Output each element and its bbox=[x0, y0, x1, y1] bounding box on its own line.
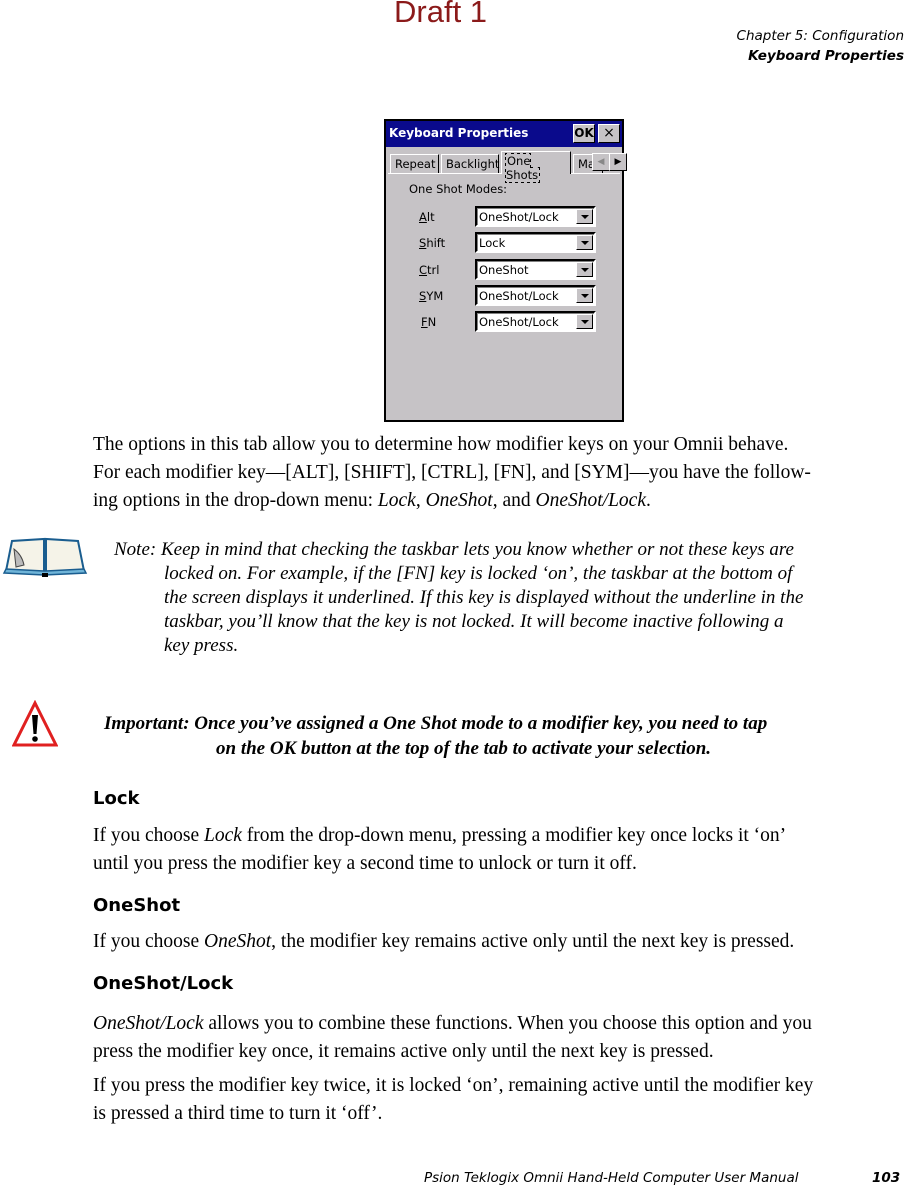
intro-line: For each modifier key—[ALT], [SHIFT], [C… bbox=[93, 462, 811, 483]
oneshot-line: If you choose OneShot, the modifier key … bbox=[93, 931, 795, 952]
sym-label: SYM bbox=[419, 289, 444, 303]
warning-icon bbox=[12, 700, 58, 747]
tab-scroll-left-icon[interactable]: ◀ bbox=[592, 153, 610, 171]
oneshot-paragraph: If you choose OneShot, the modifier key … bbox=[93, 928, 913, 956]
tab-scroll-right-icon[interactable]: ▶ bbox=[609, 153, 627, 171]
tab-label: One Shots bbox=[504, 153, 541, 183]
fn-mode-select[interactable]: OneShot/Lock bbox=[475, 311, 596, 332]
tab-strip: Repeat Backlight One Shots Ma ◀ ▶ bbox=[388, 151, 627, 183]
select-value: OneShot/Lock bbox=[479, 289, 559, 303]
ctrl-mode-select[interactable]: OneShot bbox=[475, 259, 596, 280]
ok-button[interactable]: OK bbox=[573, 124, 595, 143]
fn-row: FN OneShot/Lock bbox=[388, 311, 620, 333]
important-line: Important: Once you’ve assigned a One Sh… bbox=[104, 713, 768, 734]
running-header: Chapter 5: Configuration Keyboard Proper… bbox=[737, 26, 904, 66]
chevron-down-icon[interactable] bbox=[576, 314, 593, 329]
chevron-down-icon[interactable] bbox=[576, 262, 593, 277]
select-value: OneShot/Lock bbox=[479, 315, 559, 329]
note-line: Note: Keep in mind that checking the tas… bbox=[114, 539, 794, 560]
oneshot-lock-paragraph-2: If you press the modifier key twice, it … bbox=[93, 1072, 913, 1128]
one-shot-modes-label: One Shot Modes: bbox=[409, 182, 508, 196]
shift-label: Shift bbox=[419, 236, 446, 250]
ctrl-row: Ctrl OneShot bbox=[388, 259, 620, 281]
note-callout: Note: Keep in mind that checking the tas… bbox=[114, 538, 803, 658]
lock-line: until you press the modifier key a secon… bbox=[93, 853, 637, 874]
shift-mode-select[interactable]: Lock bbox=[475, 232, 596, 253]
alt-label: Alt bbox=[419, 210, 435, 224]
section-title: Keyboard Properties bbox=[748, 48, 904, 64]
shift-row: Shift Lock bbox=[388, 232, 620, 254]
lock-paragraph: If you choose Lock from the drop-down me… bbox=[93, 822, 913, 878]
intro-line: ing options in the drop-down menu: Lock,… bbox=[93, 490, 651, 511]
select-value: OneShot bbox=[479, 263, 529, 277]
ctrl-label: Ctrl bbox=[419, 263, 440, 277]
tab-repeat[interactable]: Repeat bbox=[390, 154, 439, 173]
tab-label: Repeat bbox=[395, 157, 436, 171]
fn-label: FN bbox=[421, 315, 437, 329]
note-line: key press. bbox=[164, 635, 239, 656]
note-line: locked on. For example, if the [FN] key … bbox=[164, 563, 793, 584]
heading-oneshot-lock: OneShot/Lock bbox=[93, 973, 234, 994]
dialog-title: Keyboard Properties bbox=[389, 126, 529, 140]
close-button[interactable]: × bbox=[598, 124, 620, 143]
keyboard-properties-dialog: Keyboard Properties OK × Repeat Backligh… bbox=[384, 119, 627, 422]
sym-row: SYM OneShot/Lock bbox=[388, 285, 620, 307]
chevron-down-icon[interactable] bbox=[576, 235, 593, 250]
oneshot-lock-line: press the modifier key once, it remains … bbox=[93, 1041, 714, 1062]
select-value: Lock bbox=[479, 236, 506, 250]
tab-backlight[interactable]: Backlight bbox=[441, 154, 499, 173]
book-icon bbox=[2, 537, 88, 577]
tab-panel-one-shots: One Shot Modes: Alt OneShot/Lock Shift L… bbox=[388, 173, 620, 418]
note-line: the screen displays it underlined. If th… bbox=[164, 587, 804, 608]
important-line: on the OK button at the top of the tab t… bbox=[216, 738, 712, 759]
intro-paragraph: The options in this tab allow you to det… bbox=[93, 431, 913, 515]
important-callout: Important: Once you’ve assigned a One Sh… bbox=[104, 711, 767, 761]
chapter-title: Chapter 5: Configuration bbox=[736, 28, 904, 44]
heading-lock: Lock bbox=[93, 788, 140, 809]
intro-line: The options in this tab allow you to det… bbox=[93, 434, 789, 455]
chevron-down-icon[interactable] bbox=[576, 209, 593, 224]
dialog-titlebar: Keyboard Properties OK × bbox=[386, 121, 622, 147]
select-value: OneShot/Lock bbox=[479, 210, 559, 224]
tab-one-shots[interactable]: One Shots bbox=[501, 151, 571, 183]
heading-oneshot: OneShot bbox=[93, 895, 181, 916]
alt-row: Alt OneShot/Lock bbox=[388, 206, 620, 228]
footer-manual-title: Psion Teklogix Omnii Hand-Held Computer … bbox=[424, 1170, 799, 1186]
lock-line: If you choose Lock from the drop-down me… bbox=[93, 825, 787, 846]
chevron-down-icon[interactable] bbox=[576, 288, 593, 303]
oneshot-lock-line: If you press the modifier key twice, it … bbox=[93, 1075, 814, 1096]
draft-watermark: Draft 1 bbox=[394, 0, 488, 29]
note-line: taskbar, you’ll know that the key is not… bbox=[164, 611, 784, 632]
tab-label: Backlight bbox=[446, 157, 500, 171]
sym-mode-select[interactable]: OneShot/Lock bbox=[475, 285, 596, 306]
oneshot-lock-paragraph-1: OneShot/Lock allows you to combine these… bbox=[93, 1010, 913, 1066]
oneshot-lock-line: OneShot/Lock allows you to combine these… bbox=[93, 1013, 812, 1034]
page-number: 103 bbox=[872, 1170, 901, 1186]
alt-mode-select[interactable]: OneShot/Lock bbox=[475, 206, 596, 227]
oneshot-lock-line: is pressed a third time to turn it ‘off’… bbox=[93, 1103, 383, 1124]
